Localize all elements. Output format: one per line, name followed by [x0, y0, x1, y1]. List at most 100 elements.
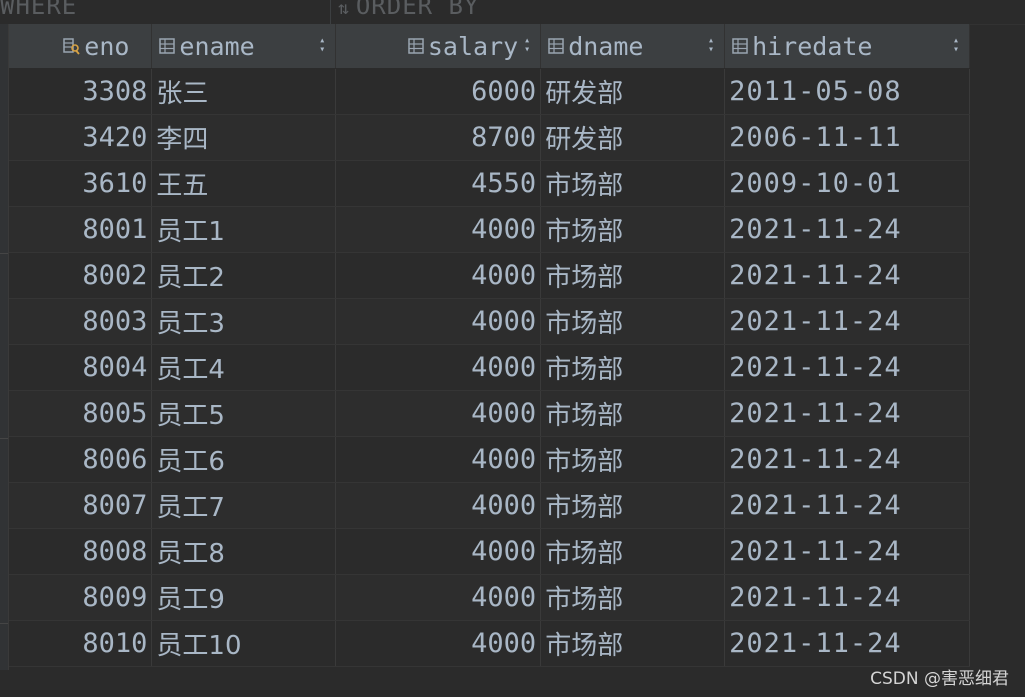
- cell-salary[interactable]: 4000: [335, 206, 542, 253]
- cell-salary[interactable]: 4000: [335, 574, 542, 621]
- cell-salary[interactable]: 4000: [335, 528, 542, 575]
- cell-eno[interactable]: 8007: [9, 482, 153, 529]
- cell-dname[interactable]: 市场部: [540, 482, 726, 529]
- cell-eno[interactable]: 8010: [9, 620, 153, 667]
- column-label-hiredate: hiredate: [752, 31, 873, 61]
- column-label-dname: dname: [568, 31, 644, 61]
- primary-key-column-icon: [63, 37, 81, 55]
- table-row[interactable]: 8008 员工8 4000 市场部 2021-11-24: [9, 528, 970, 575]
- table-row[interactable]: 8004 员工4 4000 市场部 2021-11-24: [9, 344, 970, 391]
- table-row[interactable]: 3420 李四 8700 研发部 2006-11-11: [9, 114, 970, 161]
- cell-dname[interactable]: 研发部: [540, 68, 726, 115]
- column-icon: [407, 37, 425, 55]
- cell-dname[interactable]: 市场部: [540, 252, 726, 299]
- sort-arrows-icon[interactable]: ▴ ▾: [953, 36, 959, 55]
- sort-arrows-icon[interactable]: ▴ ▾: [319, 36, 325, 55]
- cell-salary[interactable]: 4000: [335, 620, 542, 667]
- cell-salary[interactable]: 4000: [335, 344, 542, 391]
- table-row[interactable]: 8002 员工2 4000 市场部 2021-11-24: [9, 252, 970, 299]
- cell-eno[interactable]: 8004: [9, 344, 153, 391]
- result-table: eno ename ▴ ▾ salary ▴ ▾ dname ▴ ▾ hired…: [9, 24, 970, 667]
- column-header-hiredate[interactable]: hiredate ▴ ▾: [724, 24, 970, 69]
- cell-hiredate[interactable]: 2021-11-24: [724, 574, 970, 621]
- row-gutter[interactable]: [0, 24, 9, 670]
- cell-dname[interactable]: 市场部: [540, 528, 726, 575]
- table-row[interactable]: 8003 员工3 4000 市场部 2021-11-24: [9, 298, 970, 345]
- cell-dname[interactable]: 研发部: [540, 114, 726, 161]
- sort-icon: ⇅: [338, 0, 350, 19]
- cell-salary[interactable]: 4000: [335, 482, 542, 529]
- cell-ename[interactable]: 员工6: [151, 436, 337, 483]
- order-by-filter-input[interactable]: ⇅ ORDER BY: [338, 0, 479, 20]
- cell-eno[interactable]: 8005: [9, 390, 153, 437]
- cell-hiredate[interactable]: 2009-10-01: [724, 160, 970, 207]
- cell-salary[interactable]: 6000: [335, 68, 542, 115]
- cell-hiredate[interactable]: 2021-11-24: [724, 482, 970, 529]
- cell-eno[interactable]: 3420: [9, 114, 153, 161]
- cell-ename[interactable]: 员工10: [151, 620, 337, 667]
- cell-salary[interactable]: 8700: [335, 114, 542, 161]
- cell-hiredate[interactable]: 2021-11-24: [724, 252, 970, 299]
- cell-dname[interactable]: 市场部: [540, 160, 726, 207]
- cell-hiredate[interactable]: 2021-11-24: [724, 528, 970, 575]
- cell-hiredate[interactable]: 2021-11-24: [724, 390, 970, 437]
- sort-arrows-icon[interactable]: ▴ ▾: [708, 36, 714, 55]
- table-row[interactable]: 3308 张三 6000 研发部 2011-05-08: [9, 68, 970, 115]
- cell-hiredate[interactable]: 2021-11-24: [724, 298, 970, 345]
- where-filter-input[interactable]: WHERE: [0, 0, 77, 20]
- watermark: CSDN @害恶细君: [870, 669, 1009, 689]
- column-header-dname[interactable]: dname ▴ ▾: [540, 24, 726, 69]
- cell-eno[interactable]: 8008: [9, 528, 153, 575]
- cell-hiredate[interactable]: 2021-11-24: [724, 344, 970, 391]
- cell-ename[interactable]: 员工2: [151, 252, 337, 299]
- cell-hiredate[interactable]: 2021-11-24: [724, 206, 970, 253]
- cell-dname[interactable]: 市场部: [540, 574, 726, 621]
- cell-dname[interactable]: 市场部: [540, 298, 726, 345]
- cell-hiredate[interactable]: 2021-11-24: [724, 620, 970, 667]
- cell-eno[interactable]: 3308: [9, 68, 153, 115]
- cell-ename[interactable]: 张三: [151, 68, 337, 115]
- cell-eno[interactable]: 8001: [9, 206, 153, 253]
- table-row[interactable]: 8001 员工1 4000 市场部 2021-11-24: [9, 206, 970, 253]
- table-row[interactable]: 8005 员工5 4000 市场部 2021-11-24: [9, 390, 970, 437]
- table-row[interactable]: 8007 员工7 4000 市场部 2021-11-24: [9, 482, 970, 529]
- cell-salary[interactable]: 4000: [335, 436, 542, 483]
- cell-eno[interactable]: 8006: [9, 436, 153, 483]
- cell-eno[interactable]: 8002: [9, 252, 153, 299]
- column-header-eno[interactable]: eno: [9, 24, 153, 69]
- cell-ename[interactable]: 员工4: [151, 344, 337, 391]
- column-header-ename[interactable]: ename ▴ ▾: [151, 24, 337, 69]
- cell-ename[interactable]: 李四: [151, 114, 337, 161]
- cell-dname[interactable]: 市场部: [540, 436, 726, 483]
- cell-eno[interactable]: 8009: [9, 574, 153, 621]
- cell-eno[interactable]: 8003: [9, 298, 153, 345]
- cell-ename[interactable]: 员工7: [151, 482, 337, 529]
- cell-hiredate[interactable]: 2006-11-11: [724, 114, 970, 161]
- column-header-salary[interactable]: salary ▴ ▾: [335, 24, 542, 69]
- cell-ename[interactable]: 王五: [151, 160, 337, 207]
- cell-ename[interactable]: 员工9: [151, 574, 337, 621]
- cell-hiredate[interactable]: 2021-11-24: [724, 436, 970, 483]
- cell-dname[interactable]: 市场部: [540, 206, 726, 253]
- sort-arrows-icon[interactable]: ▴ ▾: [524, 36, 530, 55]
- cell-ename[interactable]: 员工3: [151, 298, 337, 345]
- cell-salary[interactable]: 4000: [335, 298, 542, 345]
- cell-salary[interactable]: 4550: [335, 160, 542, 207]
- cell-eno[interactable]: 3610: [9, 160, 153, 207]
- table-row[interactable]: 8009 员工9 4000 市场部 2021-11-24: [9, 574, 970, 621]
- column-icon: [731, 37, 749, 55]
- cell-dname[interactable]: 市场部: [540, 390, 726, 437]
- cell-ename[interactable]: 员工1: [151, 206, 337, 253]
- cell-ename[interactable]: 员工8: [151, 528, 337, 575]
- table-row[interactable]: 8010 员工10 4000 市场部 2021-11-24: [9, 620, 970, 667]
- cell-salary[interactable]: 4000: [335, 252, 542, 299]
- order-by-label: ORDER BY: [355, 0, 480, 20]
- column-icon: [158, 37, 176, 55]
- cell-salary[interactable]: 4000: [335, 390, 542, 437]
- cell-dname[interactable]: 市场部: [540, 620, 726, 667]
- cell-hiredate[interactable]: 2011-05-08: [724, 68, 970, 115]
- table-row[interactable]: 8006 员工6 4000 市场部 2021-11-24: [9, 436, 970, 483]
- table-row[interactable]: 3610 王五 4550 市场部 2009-10-01: [9, 160, 970, 207]
- cell-dname[interactable]: 市场部: [540, 344, 726, 391]
- cell-ename[interactable]: 员工5: [151, 390, 337, 437]
